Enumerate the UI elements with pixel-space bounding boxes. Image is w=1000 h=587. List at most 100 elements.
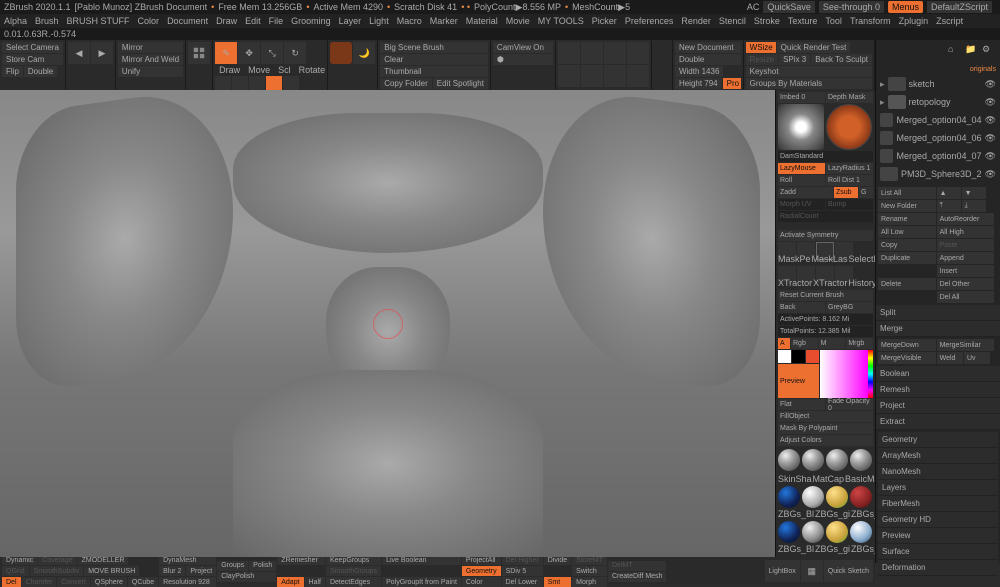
menu-grooming[interactable]: Grooming [291, 16, 331, 26]
rename-btn[interactable]: Rename [878, 213, 936, 225]
matcap-8[interactable] [850, 486, 872, 508]
color-btn[interactable]: Color [462, 577, 501, 587]
menu-edit[interactable]: Edit [245, 16, 261, 26]
view-icon-6[interactable] [581, 65, 603, 87]
section-deformation[interactable]: Deformation [878, 560, 998, 576]
section-nanomesh[interactable]: NanoMesh [878, 464, 998, 480]
qcube-btn[interactable]: QCube [128, 577, 158, 587]
menu-file[interactable]: File [269, 16, 284, 26]
half-btn[interactable]: Half [305, 577, 325, 587]
extract-section[interactable]: Extract [876, 414, 1000, 430]
menu-picker[interactable]: Picker [592, 16, 617, 26]
all-low-btn[interactable]: All Low [878, 226, 936, 238]
menu-stroke[interactable]: Stroke [754, 16, 780, 26]
unify-button[interactable]: Unify [118, 66, 183, 77]
edit-spotlight[interactable]: Edit Spotlight [433, 78, 488, 89]
menu-alpha[interactable]: Alpha [4, 16, 27, 26]
a-button[interactable]: A [778, 338, 790, 349]
menu-material[interactable]: Material [466, 16, 498, 26]
adapt-btn[interactable]: Adapt [277, 577, 303, 587]
detectedges-btn[interactable]: DetectEdges [326, 577, 381, 587]
imbed-slider[interactable]: Imbed 0 [778, 92, 825, 103]
flat-button[interactable]: Flat [778, 399, 825, 410]
play-icon[interactable]: ▶ [91, 42, 113, 64]
folder-icon[interactable]: 📁 [965, 44, 979, 58]
list-all[interactable]: List All [878, 187, 936, 199]
menu-brushstuff[interactable]: BRUSH STUFF [67, 16, 130, 26]
blur-slider[interactable]: Blur 2 [159, 566, 185, 576]
swatch-black[interactable] [792, 350, 805, 363]
roll-dist[interactable]: Roll Dist 1 [826, 175, 873, 186]
section-geometryhd[interactable]: Geometry HD [878, 512, 998, 528]
zadd-button[interactable]: Zadd [778, 187, 833, 198]
del-btn[interactable]: Del [2, 577, 21, 587]
del-other-btn[interactable]: Del Other [937, 278, 995, 290]
viewport[interactable] [0, 90, 775, 557]
menu-brush[interactable]: Brush [35, 16, 59, 26]
duplicate-btn[interactable]: Duplicate [878, 252, 936, 264]
matcap-6[interactable] [802, 486, 824, 508]
mirror-button[interactable]: Mirror [118, 42, 183, 53]
view-icon-2[interactable] [581, 42, 603, 64]
view-icon-5[interactable] [558, 65, 580, 87]
uv-btn[interactable]: Uv [964, 352, 990, 364]
del-lower-btn[interactable]: Del Lower [502, 577, 543, 587]
swatch-orange[interactable] [806, 350, 819, 363]
matcap-5[interactable] [778, 486, 800, 508]
move-down-icon[interactable]: ⤓ [962, 200, 986, 212]
m-button[interactable]: M [819, 338, 846, 349]
menu-document[interactable]: Document [167, 16, 208, 26]
seethrough-slider[interactable]: See-through 0 [819, 1, 884, 13]
adjust-colors[interactable]: Adjust Colors [778, 435, 873, 446]
copy-btn[interactable]: Copy [878, 239, 936, 251]
polygroupit-btn[interactable]: PolyGroupIt from Paint [382, 577, 461, 587]
hex-icon[interactable]: ⬢ [493, 54, 553, 65]
depth-mask[interactable]: Depth Mask [826, 92, 873, 103]
color-picker[interactable] [820, 350, 868, 398]
big-scene-brush[interactable]: Big Scene Brush [380, 42, 488, 53]
keyshot-button[interactable]: Keyshot [746, 66, 872, 77]
lazy-radius[interactable]: LazyRadius 1 [826, 163, 873, 174]
del-all-btn[interactable]: Del All [937, 291, 995, 303]
menu-tool[interactable]: Tool [825, 16, 842, 26]
matcap-3[interactable] [826, 449, 848, 471]
menu-texture[interactable]: Texture [788, 16, 818, 26]
fade-opacity[interactable]: Fade Opacity 0 [826, 399, 873, 410]
matcap-11[interactable] [826, 521, 848, 543]
qsphere-btn[interactable]: QSphere [91, 577, 127, 587]
section-preview[interactable]: Preview [878, 528, 998, 544]
section-layers[interactable]: Layers [878, 480, 998, 496]
menu-mytools[interactable]: MY TOOLS [538, 16, 584, 26]
all-high-btn[interactable]: All High [937, 226, 995, 238]
section-surface[interactable]: Surface [878, 544, 998, 560]
mirror-weld-button[interactable]: Mirror And Weld [118, 54, 183, 65]
project-btn[interactable]: Project [186, 566, 216, 576]
menu-light[interactable]: Light [369, 16, 389, 26]
roll-button[interactable]: Roll [778, 175, 825, 186]
view-icon-4[interactable] [627, 42, 649, 64]
down-icon[interactable]: ▼ [962, 187, 986, 199]
qgrid-btn[interactable]: QGrid [2, 566, 29, 576]
menu-zplugin[interactable]: Zplugin [899, 16, 929, 26]
mergedown-btn[interactable]: MergeDown [878, 339, 936, 351]
new-document[interactable]: New Document [675, 42, 741, 53]
menu-preferences[interactable]: Preferences [625, 16, 674, 26]
autoreorder-btn[interactable]: AutoReorder [937, 213, 995, 225]
width-field[interactable]: Width 1436 [675, 66, 723, 77]
lightbox-btn[interactable]: LightBox [765, 560, 800, 582]
quick-render[interactable]: Quick Render Test [777, 42, 851, 53]
sphere-icon[interactable] [330, 42, 352, 64]
mergevisible-btn[interactable]: MergeVisible [878, 352, 936, 364]
mergesimilar-btn[interactable]: MergeSimilar [937, 339, 995, 351]
view-icon-7[interactable] [604, 65, 626, 87]
remesh-section[interactable]: Remesh [876, 382, 1000, 398]
thumbnail-button[interactable]: Thumbnail [380, 66, 488, 77]
hue-bar[interactable] [868, 350, 873, 398]
chamfer-btn[interactable]: Chamfer [22, 577, 57, 587]
store-cam[interactable]: Store Cam [2, 54, 63, 65]
new-folder[interactable]: New Folder [878, 200, 936, 212]
quicksketch-btn[interactable]: Quick Sketch [824, 560, 873, 582]
paste-btn[interactable]: Paste [937, 239, 995, 251]
back-button[interactable]: Back [778, 302, 825, 313]
menu-layer[interactable]: Layer [339, 16, 362, 26]
